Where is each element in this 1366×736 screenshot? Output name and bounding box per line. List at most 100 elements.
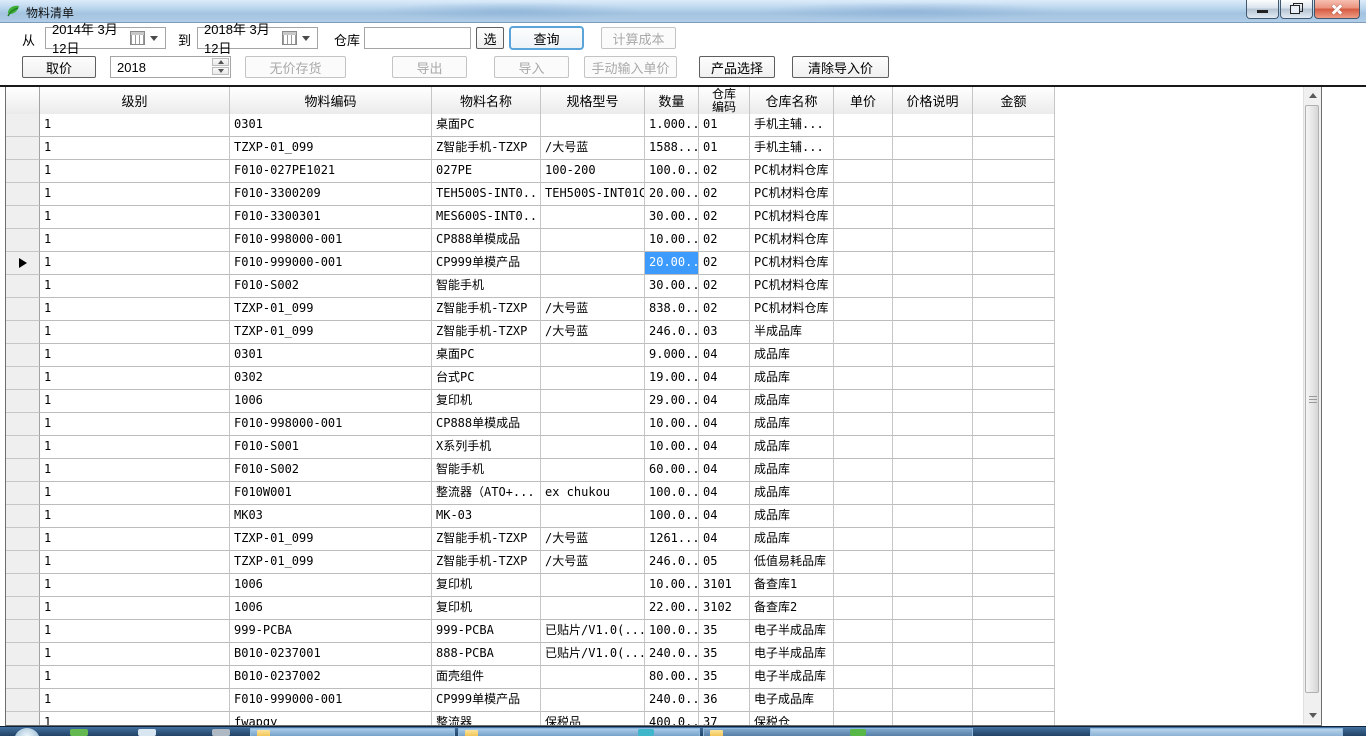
cell-column-qty[interactable]: 1.000... <box>645 114 699 137</box>
cell-column-warehouse-name[interactable]: 低值易耗品库 <box>750 551 834 574</box>
taskbar-task-button[interactable] <box>1090 728 1343 736</box>
cell-column-spec[interactable] <box>541 252 645 275</box>
restore-button[interactable] <box>1280 0 1313 19</box>
cell-column-qty[interactable]: 20.00... <box>645 183 699 206</box>
cell-column-warehouse-code[interactable]: 04 <box>699 436 750 459</box>
row-selector[interactable] <box>6 114 40 137</box>
cell-column-unit-price[interactable] <box>834 459 893 482</box>
cell-column-spec[interactable]: /大号蓝 <box>541 551 645 574</box>
cell-column-warehouse-code[interactable]: 02 <box>699 298 750 321</box>
cell-column-warehouse-name[interactable]: PC机材料仓库 <box>750 229 834 252</box>
header-column-unit-price[interactable]: 单价 <box>834 87 893 114</box>
cell-column-amount[interactable] <box>973 505 1055 528</box>
cell-column-warehouse-name[interactable]: 成品库 <box>750 436 834 459</box>
cell-column-amount[interactable] <box>973 551 1055 574</box>
taskbar-task-button[interactable] <box>458 728 700 736</box>
cell-column-unit-price[interactable] <box>834 666 893 689</box>
cell-column-material-name[interactable]: TEH500S-INT0... <box>432 183 541 206</box>
cell-column-spec[interactable]: /大号蓝 <box>541 528 645 551</box>
cell-column-price-note[interactable] <box>893 137 973 160</box>
cell-column-price-note[interactable] <box>893 689 973 712</box>
cell-column-warehouse-name[interactable]: PC机材料仓库 <box>750 252 834 275</box>
cell-column-warehouse-name[interactable]: 电子半成品库 <box>750 643 834 666</box>
cell-column-warehouse-code[interactable]: 02 <box>699 275 750 298</box>
cell-column-warehouse-code[interactable]: 04 <box>699 344 750 367</box>
cell-column-material-code[interactable]: B010-0237001 <box>230 643 432 666</box>
cell-column-amount[interactable] <box>973 252 1055 275</box>
cell-column-warehouse-name[interactable]: 保税仓 <box>750 712 834 726</box>
cell-column-unit-price[interactable] <box>834 689 893 712</box>
cell-column-level[interactable]: 1 <box>40 390 230 413</box>
cell-column-material-name[interactable]: 复印机 <box>432 574 541 597</box>
cell-column-amount[interactable] <box>973 367 1055 390</box>
cell-column-spec[interactable] <box>541 367 645 390</box>
cell-column-unit-price[interactable] <box>834 712 893 726</box>
cell-column-material-name[interactable]: CP888单模成品 <box>432 413 541 436</box>
scroll-up-button[interactable] <box>1304 87 1321 104</box>
header-column-material-name[interactable]: 物料名称 <box>432 87 541 114</box>
clear-import-price-button[interactable]: 清除导入价 <box>792 56 889 78</box>
cell-column-spec[interactable] <box>541 229 645 252</box>
cell-column-warehouse-name[interactable]: 电子成品库 <box>750 689 834 712</box>
cell-column-material-name[interactable]: 智能手机 <box>432 275 541 298</box>
cell-column-amount[interactable] <box>973 321 1055 344</box>
cell-column-warehouse-name[interactable]: PC机材料仓库 <box>750 183 834 206</box>
cell-column-level[interactable]: 1 <box>40 666 230 689</box>
row-selector[interactable] <box>6 597 40 620</box>
cell-column-amount[interactable] <box>973 528 1055 551</box>
row-selector[interactable] <box>6 459 40 482</box>
cell-column-unit-price[interactable] <box>834 344 893 367</box>
cell-column-warehouse-name[interactable]: 成品库 <box>750 390 834 413</box>
cell-column-material-code[interactable]: fwapgy <box>230 712 432 726</box>
cell-column-warehouse-code[interactable]: 02 <box>699 252 750 275</box>
cell-column-material-name[interactable]: MES600S-INT0... <box>432 206 541 229</box>
cell-column-qty[interactable]: 30.00... <box>645 206 699 229</box>
cell-column-price-note[interactable] <box>893 321 973 344</box>
cell-column-qty[interactable]: 100.0... <box>645 620 699 643</box>
cell-column-spec[interactable]: 100-200 <box>541 160 645 183</box>
cell-column-material-code[interactable]: 1006 <box>230 390 432 413</box>
from-date-controls[interactable] <box>130 31 162 45</box>
cell-column-warehouse-code[interactable]: 36 <box>699 689 750 712</box>
cell-column-amount[interactable] <box>973 183 1055 206</box>
cell-column-material-code[interactable]: F010-998000-001 <box>230 229 432 252</box>
cell-column-level[interactable]: 1 <box>40 689 230 712</box>
cell-column-price-note[interactable] <box>893 114 973 137</box>
cell-column-material-code[interactable]: F010-999000-001 <box>230 252 432 275</box>
row-selector[interactable] <box>6 482 40 505</box>
cell-column-spec[interactable]: /大号蓝 <box>541 298 645 321</box>
cell-column-qty[interactable]: 100.0... <box>645 482 699 505</box>
cell-column-amount[interactable] <box>973 137 1055 160</box>
row-selector[interactable] <box>6 229 40 252</box>
cell-column-amount[interactable] <box>973 275 1055 298</box>
cell-column-unit-price[interactable] <box>834 183 893 206</box>
cell-column-spec[interactable] <box>541 505 645 528</box>
cell-column-unit-price[interactable] <box>834 321 893 344</box>
cell-column-level[interactable]: 1 <box>40 252 230 275</box>
cell-column-amount[interactable] <box>973 160 1055 183</box>
cell-column-price-note[interactable] <box>893 183 973 206</box>
cell-column-warehouse-name[interactable]: 成品库 <box>750 505 834 528</box>
cell-column-warehouse-code[interactable]: 03 <box>699 321 750 344</box>
row-selector[interactable] <box>6 344 40 367</box>
cell-column-warehouse-name[interactable]: 成品库 <box>750 459 834 482</box>
cell-column-spec[interactable]: /大号蓝 <box>541 137 645 160</box>
cell-column-level[interactable]: 1 <box>40 298 230 321</box>
close-button[interactable] <box>1314 0 1360 19</box>
cell-column-spec[interactable] <box>541 390 645 413</box>
cell-column-warehouse-name[interactable]: 备查库2 <box>750 597 834 620</box>
row-selector[interactable] <box>6 620 40 643</box>
cell-column-warehouse-code[interactable]: 02 <box>699 183 750 206</box>
cell-column-level[interactable]: 1 <box>40 574 230 597</box>
cell-column-material-code[interactable]: TZXP-01_099 <box>230 298 432 321</box>
cell-column-unit-price[interactable] <box>834 137 893 160</box>
cell-column-qty[interactable]: 60.00... <box>645 459 699 482</box>
row-selector[interactable] <box>6 413 40 436</box>
row-selector[interactable] <box>6 137 40 160</box>
cell-column-warehouse-name[interactable]: 成品库 <box>750 528 834 551</box>
cell-column-unit-price[interactable] <box>834 643 893 666</box>
no-price-stock-button[interactable]: 无价存货 <box>245 56 346 78</box>
row-selector[interactable] <box>6 712 40 726</box>
header-column-qty[interactable]: 数量 <box>645 87 699 114</box>
cell-column-price-note[interactable] <box>893 206 973 229</box>
